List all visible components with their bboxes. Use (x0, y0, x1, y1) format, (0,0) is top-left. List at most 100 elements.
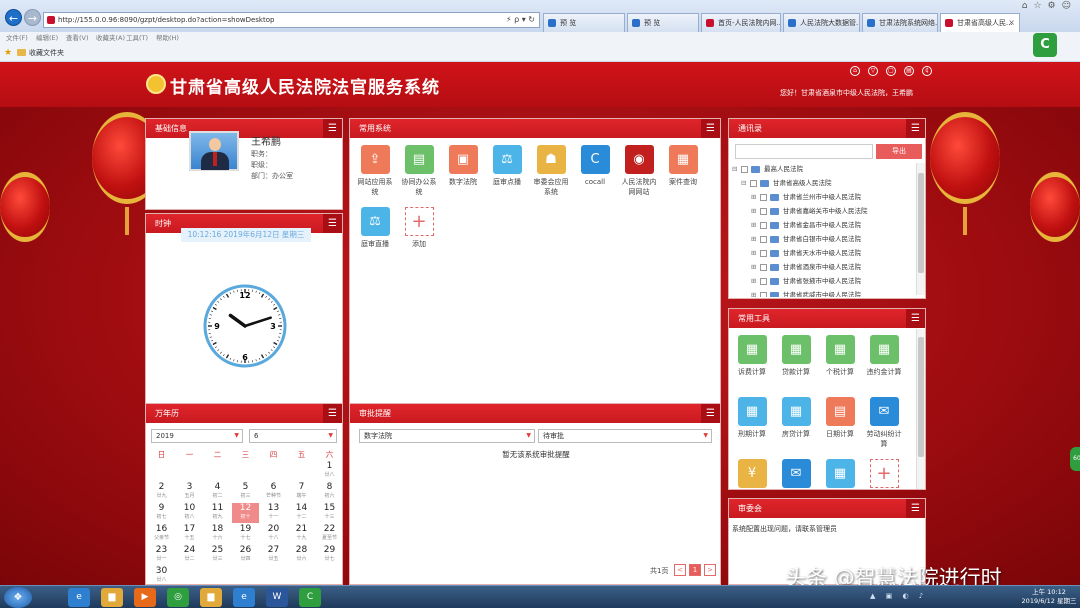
tool-tile[interactable]: ▦ 诉费计算 (733, 335, 771, 377)
tree-node[interactable]: ⊞ 甘肃省张掖市中级人民法院 (751, 275, 861, 288)
app-icon[interactable]: ◎ (167, 588, 189, 607)
currency-icon[interactable]: ¢ (922, 66, 932, 76)
tree-node[interactable]: ⊟ 甘肃省高级人民法院 (741, 177, 832, 190)
menu-item[interactable]: 编辑(E) (36, 32, 58, 44)
expand-icon[interactable]: ⊞ (751, 261, 758, 274)
menu-icon[interactable]: ☰ (323, 214, 342, 233)
checkbox[interactable] (760, 235, 767, 243)
expand-icon[interactable]: ⊟ (732, 163, 739, 176)
expand-icon[interactable]: ⊟ (741, 177, 748, 190)
tree-node[interactable]: ⊞ 甘肃省白银市中级人民法院 (751, 233, 861, 246)
calendar-day[interactable]: 6 芒种节 (260, 482, 287, 502)
calendar-day[interactable]: 15 十三 (316, 503, 343, 523)
favorites-folder-label[interactable]: 收藏文件夹 (29, 44, 64, 62)
current-page-button[interactable]: 1 (689, 564, 701, 576)
extension-icon[interactable]: C (1033, 33, 1057, 57)
word-icon[interactable]: W (266, 588, 288, 607)
app-tile[interactable]: ▤ 协同办公系统 (400, 145, 438, 197)
calendar-day[interactable]: 2 廿九 (148, 482, 175, 502)
menu-icon[interactable]: ☰ (906, 119, 925, 138)
tree-node[interactable]: ⊟ 最高人民法院 (732, 163, 803, 176)
tree-node[interactable]: ⊞ 甘肃省金昌市中级人民法院 (751, 219, 861, 232)
checkbox[interactable] (750, 179, 757, 187)
checkbox[interactable] (760, 221, 767, 229)
app-tile[interactable]: ⚖ 庭审直播 (356, 207, 394, 249)
browser-tab[interactable]: 首页-人民法院内网... (701, 13, 781, 32)
app-tile[interactable]: ☗ 审委会应用系统 (532, 145, 570, 197)
month-select[interactable]: 6 ▼ (249, 429, 337, 443)
system-select[interactable]: 数字法院 ▼ (359, 429, 535, 443)
status-select[interactable]: 待审批 ▼ (538, 429, 712, 443)
calendar-day[interactable]: 17 十五 (176, 524, 203, 544)
side-badge[interactable]: 60 (1070, 447, 1080, 471)
menu-icon[interactable]: ☰ (701, 404, 720, 423)
folder-icon[interactable]: ▆ (200, 588, 222, 607)
expand-icon[interactable]: ⊞ (751, 289, 758, 297)
tree-node[interactable]: ⊞ 甘肃省嘉峪关市中级人民法院 (751, 205, 868, 218)
checkbox[interactable] (741, 165, 748, 173)
calendar-day[interactable]: 23 廿一 (148, 545, 175, 565)
address-tools[interactable]: ⚡ ρ ▾ ↻ (506, 13, 535, 27)
menu-item[interactable]: 帮助(H) (156, 32, 179, 44)
browser-tab[interactable]: 人民法院大数据管... (783, 13, 860, 32)
tree-node[interactable]: ⊞ 甘肃省兰州市中级人民法院 (751, 191, 861, 204)
tool-tile[interactable]: ▦ 房贷计算 (777, 397, 815, 439)
add-app-button[interactable]: + 添加 (400, 207, 438, 249)
export-button[interactable]: 导出 (876, 144, 922, 159)
tray-clock[interactable]: 上午 10:12 2019/6/12 星期三 (1020, 588, 1078, 606)
checkbox[interactable] (760, 263, 767, 271)
lock-icon[interactable]: ▢ (886, 66, 896, 76)
expand-icon[interactable]: ⊞ (751, 233, 758, 246)
tree-node[interactable]: ⊞ 甘肃省天水市中级人民法院 (751, 247, 861, 260)
expand-icon[interactable]: ⊞ (751, 247, 758, 260)
app-tile[interactable]: ⚖ 庭审点播 (488, 145, 526, 187)
menu-item[interactable]: 收藏夹(A) (96, 32, 125, 44)
browser-tab[interactable]: 预 览 (627, 13, 699, 32)
calendar-day[interactable]: 26 廿四 (232, 545, 259, 565)
calendar-day[interactable]: 1 廿八 (316, 461, 343, 481)
calendar-day[interactable]: 22 夏至节 (316, 524, 343, 544)
calendar-day[interactable]: 12 初十 (232, 503, 259, 523)
app-tile[interactable]: ◉ 人民法院内网网站 (620, 145, 658, 197)
calendar-day[interactable]: 27 廿五 (260, 545, 287, 565)
tray-icons[interactable]: ▲ ▣ ◐ ♪ (870, 592, 927, 600)
calendar-day[interactable]: 21 十九 (288, 524, 315, 544)
star-icon[interactable]: ★ (4, 44, 12, 62)
calendar-day[interactable]: 19 十七 (232, 524, 259, 544)
calendar-day[interactable]: 10 初八 (176, 503, 203, 523)
browser-tab[interactable]: 预 览 (543, 13, 625, 32)
year-select[interactable]: 2019 ▼ (151, 429, 243, 443)
ie-icon[interactable]: e (68, 588, 90, 607)
checkbox[interactable] (760, 193, 767, 201)
expand-icon[interactable]: ⊞ (751, 219, 758, 232)
calendar-day[interactable]: 14 十二 (288, 503, 315, 523)
calendar-day[interactable]: 24 廿二 (176, 545, 203, 565)
forward-button[interactable]: → (24, 9, 41, 26)
menu-icon[interactable]: ☰ (906, 499, 925, 518)
tools-scrollbar[interactable] (916, 329, 925, 489)
next-page-button[interactable]: > (704, 564, 716, 576)
browser-tab[interactable]: 甘肃法院系统网络... (862, 13, 938, 32)
tool-tile[interactable]: ✉ (777, 459, 815, 491)
calendar-day[interactable]: 29 廿七 (316, 545, 343, 565)
calendar-day[interactable]: 16 父亲节 (148, 524, 175, 544)
calendar-day[interactable]: 28 廿六 (288, 545, 315, 565)
tool-tile[interactable]: ▤ 日期计算 (821, 397, 859, 439)
tool-tile[interactable]: ▦ 违约金计算 (865, 335, 903, 377)
calendar-day[interactable]: 9 初七 (148, 503, 175, 523)
contact-search-input[interactable] (735, 144, 873, 159)
cocall-icon[interactable]: C (299, 588, 321, 607)
calendar-day[interactable]: 5 初三 (232, 482, 259, 502)
checkbox[interactable] (760, 277, 767, 285)
checkbox[interactable] (760, 207, 767, 215)
trash-icon[interactable]: ▤ (904, 66, 914, 76)
calendar-day[interactable]: 8 初六 (316, 482, 343, 502)
tree-node[interactable]: ⊞ 甘肃省武威市中级人民法院 (751, 289, 861, 297)
menu-icon[interactable]: ☰ (701, 119, 720, 138)
menu-icon[interactable]: ☰ (906, 309, 925, 328)
window-controls[interactable]: ⌂☆⚙☺ (1022, 1, 1077, 11)
app-tile[interactable]: ▣ 数字法院 (444, 145, 482, 187)
ie-icon[interactable]: e (233, 588, 255, 607)
folder-icon[interactable]: ▆ (101, 588, 123, 607)
calendar-day[interactable]: 4 初二 (204, 482, 231, 502)
